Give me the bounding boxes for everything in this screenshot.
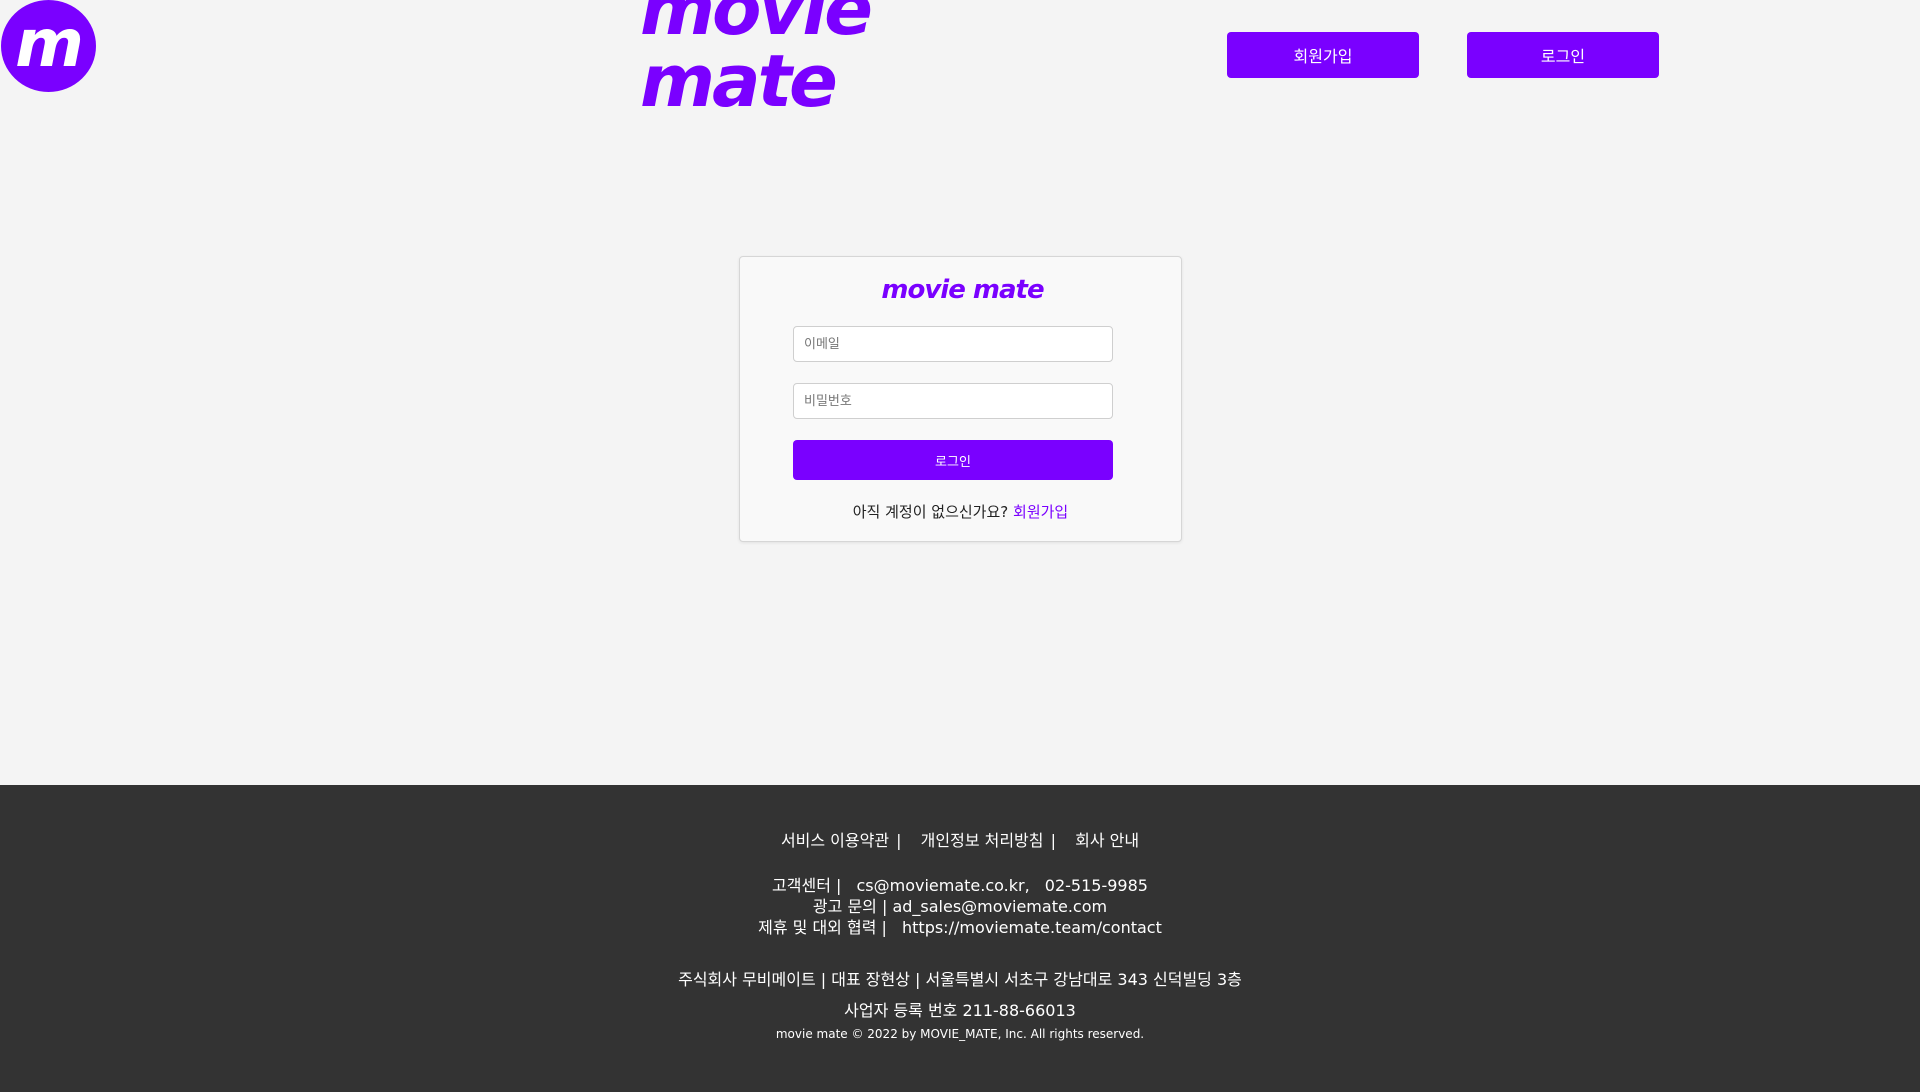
footer-separator: | — [896, 831, 902, 850]
logo-letter: m — [15, 5, 84, 82]
footer-separator: | — [1050, 831, 1056, 850]
customer-center-label: 고객센터 | — [772, 876, 842, 895]
logo-badge[interactable]: m — [1, 0, 96, 92]
customer-phone: 02-515-9985 — [1044, 876, 1148, 895]
login-card: movie mate 로그인 아직 계정이 없으신가요? 회원가입 — [739, 256, 1182, 542]
no-account-text: 아직 계정이 없으신가요? — [852, 503, 1009, 521]
company-info: 주식회사 무비메이트 | 대표 장현상 | 서울특별시 서초구 강남대로 343… — [678, 970, 1242, 989]
ad-inquiry-line: 광고 문의 | ad_sales@moviemate.com — [812, 897, 1108, 916]
copyright: movie mate © 2022 by MOVIE_MATE, Inc. Al… — [775, 1027, 1145, 1041]
partnership-label: 제휴 및 대외 협력 | — [758, 918, 887, 937]
business-number: 사업자 등록 번호 211-88-66013 — [844, 1001, 1076, 1020]
card-login-button[interactable]: 로그인 — [793, 440, 1113, 480]
password-input[interactable] — [793, 383, 1113, 419]
signup-prompt: 아직 계정이 없으신가요? 회원가입 — [740, 501, 1181, 522]
partnership-line: 제휴 및 대외 협력 | https://moviemate.team/cont… — [0, 917, 1920, 938]
footer-link-privacy[interactable]: 개인정보 처리방침 — [921, 831, 1044, 850]
footer-links: 서비스 이용약관 | 개인정보 처리방침 | 회사 안내 — [0, 827, 1920, 851]
signup-button[interactable]: 회원가입 — [1227, 32, 1419, 78]
signup-link[interactable]: 회원가입 — [1013, 503, 1068, 521]
customer-email[interactable]: cs@moviemate.co.kr, — [857, 876, 1030, 895]
card-logo: movie mate — [881, 275, 1044, 305]
footer-link-terms[interactable]: 서비스 이용약관 — [781, 831, 889, 850]
email-input[interactable] — [793, 326, 1113, 362]
login-button[interactable]: 로그인 — [1467, 32, 1659, 78]
wordmark-logo[interactable]: movie mate — [640, 0, 1020, 117]
header: m movie mate 회원가입 로그인 — [0, 0, 1920, 117]
footer-link-company[interactable]: 회사 안내 — [1075, 831, 1139, 850]
partnership-url[interactable]: https://moviemate.team/contact — [902, 918, 1162, 937]
customer-center-line: 고객센터 | cs@moviemate.co.kr, 02-515-9985 — [0, 875, 1920, 896]
footer-contact: 고객센터 | cs@moviemate.co.kr, 02-515-9985 광… — [0, 875, 1920, 938]
footer: 서비스 이용약관 | 개인정보 처리방침 | 회사 안내 고객센터 | cs@m… — [0, 785, 1920, 1092]
